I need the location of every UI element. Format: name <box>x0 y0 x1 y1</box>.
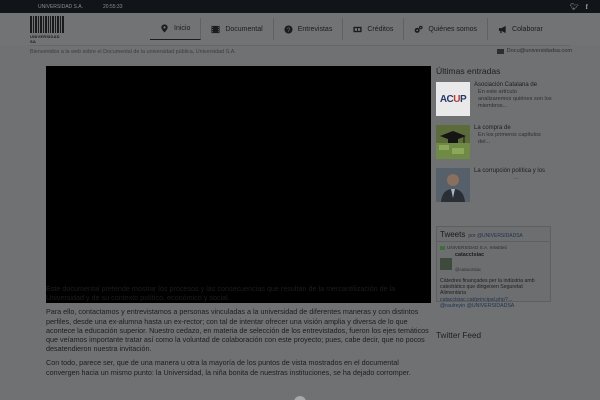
welcome-text: Bienvenidos a la web sobre el Documental… <box>30 49 236 55</box>
top-bar: UNIVERSIDAD S.A. 20:55:33 🐦︎ f <box>0 0 600 13</box>
paragraph: Con todo, parece ser, que de una manera … <box>46 358 411 377</box>
thumb-text: AC <box>439 93 454 105</box>
site-header: UNIVERSIDAD SA Inicio Documental ? Entre… <box>0 13 600 45</box>
author-handle: @catacctsiac <box>455 267 482 272</box>
nav-label: Colaborar <box>512 25 543 33</box>
sidebar: Últimas entradas AC U P Asociación Catalan… <box>436 66 570 211</box>
post-text: La compra de En los primeros capítulos d… <box>474 125 541 163</box>
nav-item-entrevistas[interactable]: ? Entrevistas <box>274 18 344 40</box>
thumb-text: P <box>460 93 467 105</box>
post-entry[interactable]: AC U P Asociación Catalana de En este artí… <box>436 82 570 120</box>
paragraph: Para ello, contactamos y entrevistamos a… <box>46 307 429 354</box>
video-player[interactable] <box>46 66 431 303</box>
main-content: Este documental pretende mostrar los pro… <box>46 284 431 382</box>
map-pin-icon <box>161 24 168 33</box>
retweet-line: UNIVERSIDAD S.A. retwitteó <box>437 242 550 251</box>
nav-item-documental[interactable]: Documental <box>201 18 274 40</box>
thumb-text: U <box>453 93 460 105</box>
twitter-feed-title: Twitter Feed <box>436 331 482 340</box>
svg-text:?: ? <box>286 26 290 33</box>
by-label: por <box>468 233 476 239</box>
contact-email[interactable]: Docu@universidadsa.com <box>496 48 572 54</box>
retweet-text: UNIVERSIDAD S.A. retwitteó <box>447 245 507 250</box>
tweet-body: Càtedres finançades per la indústria amb… <box>437 277 550 310</box>
post-title[interactable]: La compra de <box>474 125 541 132</box>
acup-logo-thumbnail[interactable]: AC U P <box>436 82 470 116</box>
graduation-money-thumbnail[interactable] <box>436 125 470 159</box>
post-text: La corrupción política y los ... <box>474 168 545 206</box>
person-thumbnail[interactable] <box>436 168 470 202</box>
nav-item-creditos[interactable]: Créditos <box>343 18 405 40</box>
email-address: Docu@universidadsa.com <box>506 48 572 54</box>
post-excerpt: miembros... <box>478 103 508 109</box>
film-strip-icon <box>353 26 362 32</box>
nav-item-inicio[interactable]: Inicio <box>150 18 202 40</box>
megaphone-icon <box>498 25 506 33</box>
twitter-icon[interactable]: 🐦︎ <box>570 3 579 11</box>
nav-item-colaborar[interactable]: Colaborar <box>488 18 553 40</box>
tweets-by: por @UNIVERSIDADSA <box>468 233 523 239</box>
org-name: UNIVERSIDAD S.A. <box>38 3 84 10</box>
retweet-icon <box>440 245 445 250</box>
latest-posts-title: Últimas entradas <box>436 66 501 76</box>
header-divider <box>30 45 570 46</box>
avatar[interactable] <box>440 258 452 270</box>
graduation-cap-icon <box>436 131 470 159</box>
film-icon <box>211 25 220 33</box>
facebook-icon[interactable]: f <box>586 3 588 11</box>
post-excerpt: En los primeros capítulos <box>478 132 541 138</box>
social-links: 🐦︎ f <box>570 3 588 11</box>
tweet-author[interactable]: catacctsiac @catacctsiac <box>437 251 550 277</box>
post-excerpt: del... <box>478 139 491 145</box>
paragraph: Este documental pretende mostrar los pro… <box>46 284 396 303</box>
tweets-widget: Tweets por @UNIVERSIDADSA UNIVERSIDAD S.… <box>436 226 551 309</box>
logo-text: UNIVERSIDAD SA <box>30 34 60 44</box>
person-silhouette-icon <box>436 168 470 202</box>
tweets-title: Tweets <box>440 230 466 239</box>
envelope-icon <box>496 48 504 54</box>
tweet-mentions[interactable]: @raulreyin @UNIVERSIDADSA <box>440 303 547 309</box>
tweets-header: Tweets por @UNIVERSIDADSA <box>437 227 550 242</box>
nav-item-quienes-somos[interactable]: Quiénes somos <box>404 18 489 40</box>
post-excerpt: En este artículo <box>478 89 517 95</box>
post-title[interactable]: La corrupción política y los <box>474 168 545 175</box>
nav-label: Documental <box>225 25 263 33</box>
post-text: Asociación Catalana de En este artículo … <box>474 82 552 120</box>
site-logo[interactable]: UNIVERSIDAD SA <box>30 16 64 44</box>
tweets-handle[interactable]: @UNIVERSIDADSA <box>477 233 523 239</box>
post-entry[interactable]: La corrupción política y los ... <box>436 168 570 206</box>
main-nav: Inicio Documental ? Entrevistas Créditos… <box>150 18 553 40</box>
post-title[interactable]: Asociación Catalana de <box>474 82 552 89</box>
nav-label: Inicio <box>174 25 191 32</box>
nav-label: Quiénes somos <box>428 25 478 33</box>
nav-label: Créditos <box>367 25 394 33</box>
post-excerpt: ... <box>514 175 519 181</box>
scroll-top-button[interactable] <box>294 396 306 400</box>
post-entry[interactable]: La compra de En los primeros capítulos d… <box>436 125 570 163</box>
tweet-text: Càtedres finançades per la indústria amb… <box>440 278 535 297</box>
barcode-icon <box>30 16 64 33</box>
clock: 20:55:33 <box>103 3 123 10</box>
author-name: catacctsiac <box>455 252 485 258</box>
gears-icon <box>415 25 423 33</box>
question-mark-icon: ? <box>284 24 293 33</box>
post-excerpt: analizaremos quiénes son los <box>478 96 552 102</box>
nav-label: Entrevistas <box>297 25 333 33</box>
